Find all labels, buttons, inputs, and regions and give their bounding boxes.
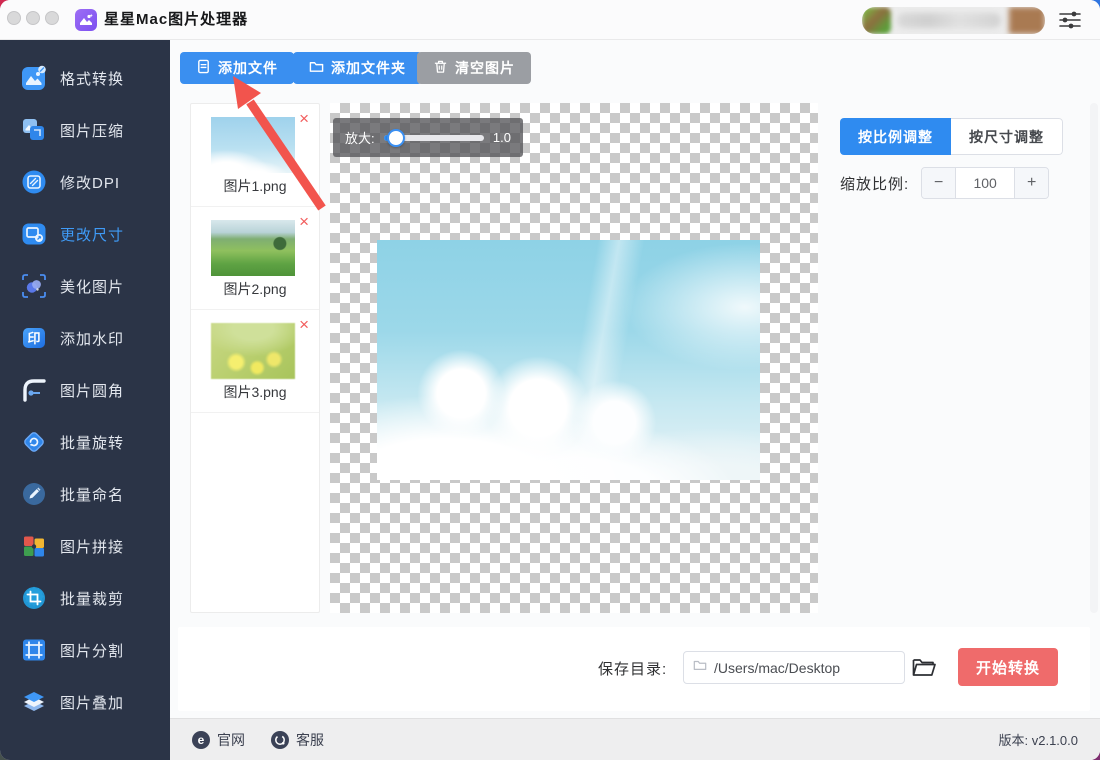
sidebar-item-stitch[interactable]: 图片拼接 xyxy=(0,520,170,572)
increase-scale-button[interactable]: + xyxy=(1015,168,1049,198)
zoom-label: 放大: xyxy=(345,131,375,146)
preview-image-sky[interactable] xyxy=(377,240,760,480)
titlebar: 星星Mac图片处理器 xyxy=(0,0,1100,40)
settings-icon[interactable] xyxy=(1058,9,1082,36)
app-title: 星星Mac图片处理器 xyxy=(104,11,249,28)
username-blurred xyxy=(897,13,1001,28)
close-window-button[interactable] xyxy=(7,11,21,25)
sidebar-item-beautify[interactable]: 美化图片 xyxy=(0,260,170,312)
scale-stepper: − 100 + xyxy=(921,167,1050,199)
resize-mode-tabs: 按比例调整 按尺寸调整 xyxy=(840,118,1063,155)
customer-support-link[interactable]: 客服 xyxy=(271,730,324,750)
file-name: 图片3.png xyxy=(223,384,287,400)
file-thumbnail-flowers[interactable] xyxy=(211,323,295,379)
zoom-slider[interactable] xyxy=(383,128,484,147)
delete-file-icon[interactable]: × xyxy=(299,213,309,230)
add-file-button[interactable]: 添加文件 xyxy=(180,52,294,84)
bottom-action-bar: 保存目录: 开始转换 xyxy=(178,627,1090,711)
avatar xyxy=(862,7,891,34)
compress-icon xyxy=(21,117,47,143)
file-name: 图片1.png xyxy=(223,178,287,194)
save-dir-label: 保存目录: xyxy=(598,661,668,678)
save-path-input[interactable] xyxy=(714,659,884,676)
file-item-2[interactable]: × 图片2.png xyxy=(191,207,319,310)
file-thumbnail-meadow[interactable] xyxy=(211,220,295,276)
sidebar-item-dpi[interactable]: 修改DPI xyxy=(0,156,170,208)
beautify-icon xyxy=(21,273,47,299)
stitch-puzzle-icon xyxy=(21,533,47,559)
sidebar-item-resize[interactable]: 更改尺寸 xyxy=(0,208,170,260)
sidebar-item-compress[interactable]: 图片压缩 xyxy=(0,104,170,156)
scale-ratio-label: 缩放比例: xyxy=(840,175,910,193)
batch-rotate-icon xyxy=(21,429,47,455)
app-logo-icon xyxy=(75,9,97,31)
split-icon xyxy=(21,637,47,663)
customer-support-icon xyxy=(271,730,289,749)
batch-crop-icon xyxy=(21,585,47,611)
folder-small-icon xyxy=(693,658,707,677)
sidebar-item-batch-crop[interactable]: 批量裁剪 xyxy=(0,572,170,624)
zoom-value: 1.0 xyxy=(492,130,511,145)
file-thumbnail-sky[interactable] xyxy=(211,117,295,173)
sidebar-nav: 格式转换 图片压缩 修改DPI 更改尺寸 美化图片 印 添加水印 图片圆角 批量… xyxy=(0,40,170,760)
user-account[interactable] xyxy=(862,7,1045,34)
rounded-corner-icon xyxy=(21,377,47,403)
tab-by-ratio[interactable]: 按比例调整 xyxy=(840,118,951,155)
preview-canvas[interactable]: 放大: 1.0 xyxy=(330,103,818,613)
file-item-1[interactable]: × 图片1.png xyxy=(191,104,319,207)
svg-text:印: 印 xyxy=(27,331,40,346)
watermark-icon: 印 xyxy=(21,325,47,351)
zoom-toolbar: 放大: 1.0 xyxy=(333,118,523,157)
trash-icon xyxy=(433,59,448,77)
browse-folder-icon[interactable] xyxy=(911,655,937,684)
file-item-3[interactable]: × 图片3.png xyxy=(191,310,319,413)
scale-ratio-row: 缩放比例: − 100 + xyxy=(840,167,1050,199)
footer-bar: e 官网 客服 版本: v2.1.0.0 xyxy=(170,718,1100,760)
sidebar-item-rounded-corner[interactable]: 图片圆角 xyxy=(0,364,170,416)
main-content: 添加文件 添加文件夹 清空图片 × 图片1.png × 图片2.png × 图片… xyxy=(170,40,1100,760)
decrease-scale-button[interactable]: − xyxy=(922,168,956,198)
file-list-panel: × 图片1.png × 图片2.png × 图片3.png xyxy=(190,103,320,613)
dpi-icon xyxy=(21,169,47,195)
add-file-doc-icon xyxy=(196,59,211,77)
minimize-window-button[interactable] xyxy=(26,11,40,25)
sidebar-item-overlay[interactable]: 图片叠加 xyxy=(0,676,170,728)
fullscreen-window-button[interactable] xyxy=(45,11,59,25)
overlay-layers-icon xyxy=(21,689,47,715)
add-folder-button[interactable]: 添加文件夹 xyxy=(293,52,422,84)
batch-rename-icon xyxy=(21,481,47,507)
format-convert-icon xyxy=(21,65,47,91)
delete-file-icon[interactable]: × xyxy=(299,316,309,333)
zoom-slider-thumb[interactable] xyxy=(386,128,405,147)
official-site-icon: e xyxy=(192,730,210,749)
scrollbar-track[interactable] xyxy=(1090,103,1098,613)
tab-by-size[interactable]: 按尺寸调整 xyxy=(951,118,1063,155)
save-path-field[interactable] xyxy=(683,651,905,684)
add-folder-icon xyxy=(309,59,324,77)
file-name: 图片2.png xyxy=(223,281,287,297)
official-site-link[interactable]: e 官网 xyxy=(192,730,245,750)
start-convert-button[interactable]: 开始转换 xyxy=(958,648,1058,686)
clear-images-button[interactable]: 清空图片 xyxy=(417,52,531,84)
sidebar-item-format-convert[interactable]: 格式转换 xyxy=(0,52,170,104)
sidebar-item-watermark[interactable]: 印 添加水印 xyxy=(0,312,170,364)
sidebar-item-batch-rotate[interactable]: 批量旋转 xyxy=(0,416,170,468)
app-window: 星星Mac图片处理器 格式转换 图片压缩 修改DPI 更改尺寸 美化图片 印 添… xyxy=(0,0,1100,760)
sidebar-item-split[interactable]: 图片分割 xyxy=(0,624,170,676)
vip-badge-blurred xyxy=(1009,7,1045,34)
scale-value[interactable]: 100 xyxy=(955,168,1016,198)
resize-icon xyxy=(21,221,47,247)
sidebar-item-batch-rename[interactable]: 批量命名 xyxy=(0,468,170,520)
version-text: 版本: v2.1.0.0 xyxy=(998,733,1078,748)
delete-file-icon[interactable]: × xyxy=(299,110,309,127)
